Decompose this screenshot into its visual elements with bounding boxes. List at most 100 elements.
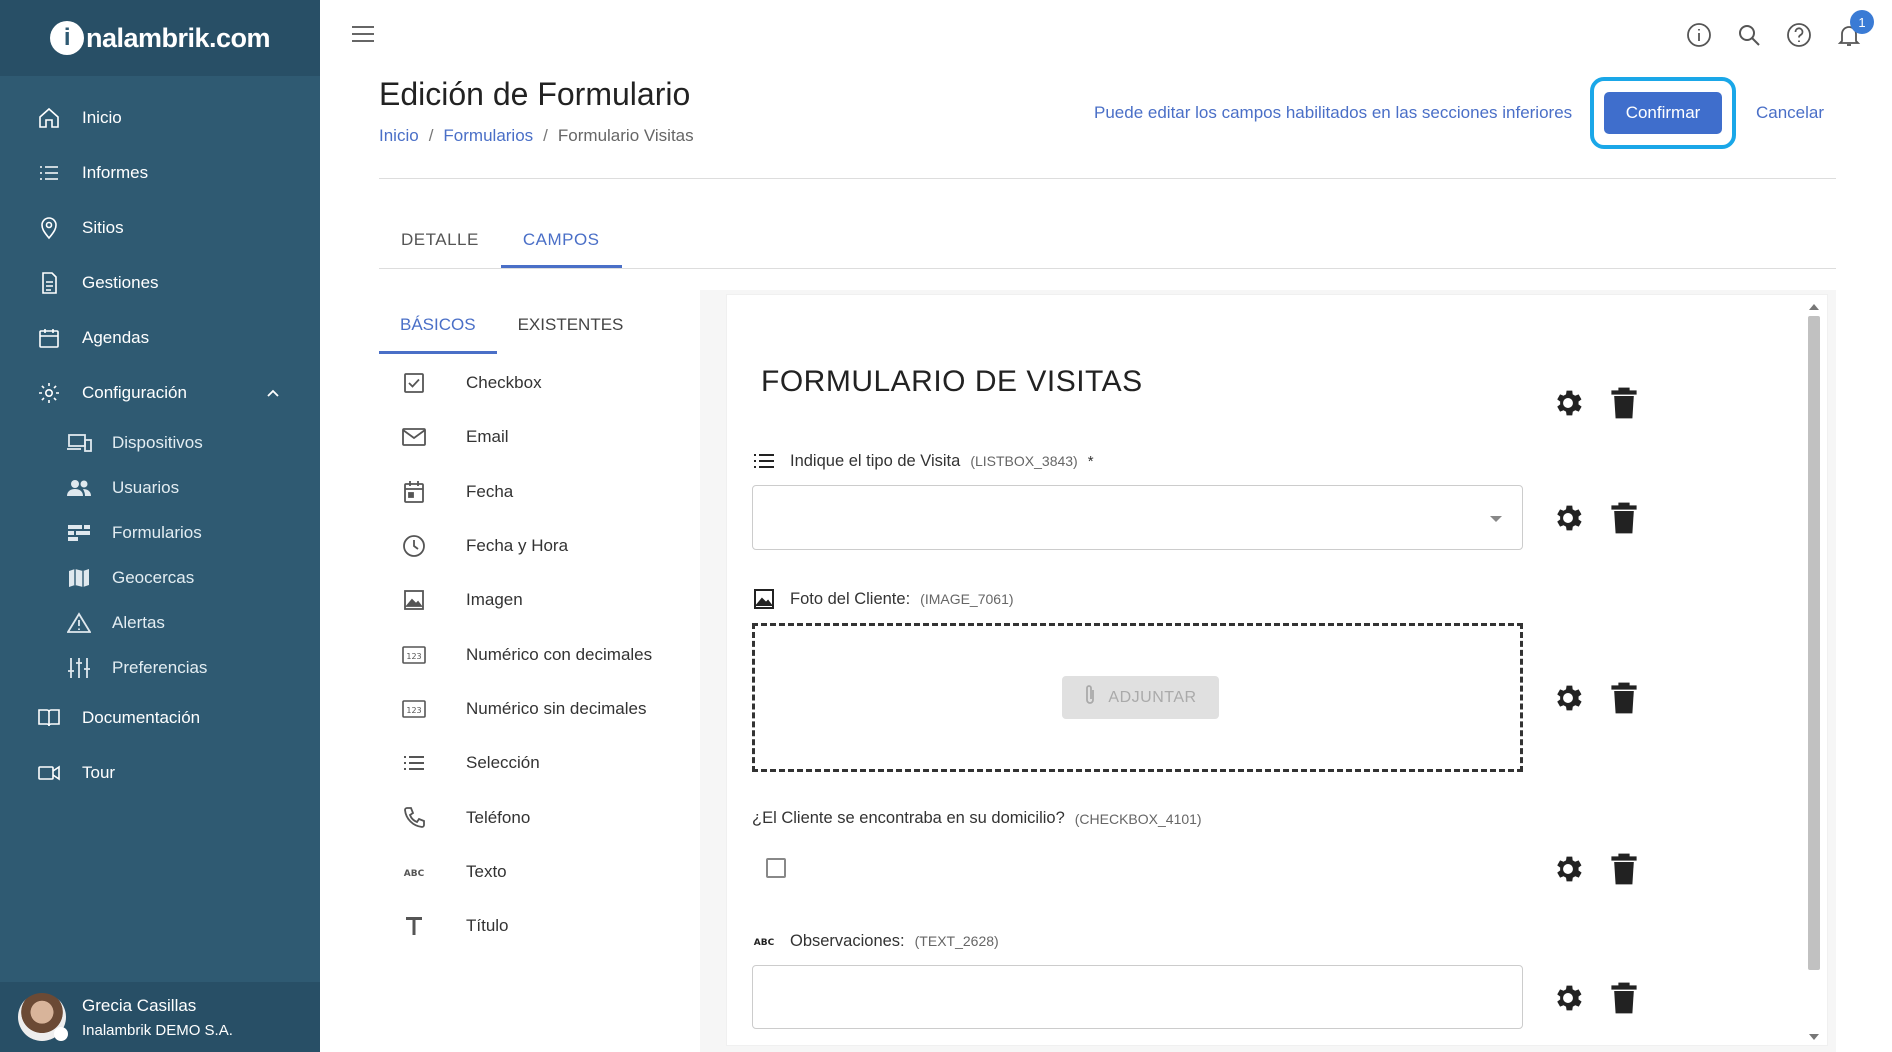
- numeric-icon: 123: [400, 641, 428, 669]
- logo[interactable]: i nalambrik.com: [49, 21, 271, 55]
- email-icon: [400, 423, 428, 451]
- sidebar-item-tour[interactable]: Tour: [0, 745, 320, 800]
- trash-icon[interactable]: [1607, 852, 1641, 886]
- field-type-label: Fecha: [466, 481, 514, 501]
- gear-icon[interactable]: [1551, 852, 1585, 886]
- field-type-email[interactable]: Email: [400, 410, 700, 464]
- page-title: Edición de Formulario: [379, 76, 691, 112]
- trash-icon[interactable]: [1607, 501, 1641, 535]
- user-profile[interactable]: Grecia Casillas Inalambrik DEMO S.A.: [0, 982, 320, 1052]
- main-tabs: DETALLE CAMPOS: [379, 216, 622, 268]
- cancel-button[interactable]: Cancelar: [1756, 103, 1824, 123]
- field-code: (LISTBOX_3843): [970, 453, 1078, 469]
- devices-icon: [66, 431, 92, 455]
- scroll-up-icon[interactable]: [1809, 304, 1819, 310]
- trash-icon[interactable]: [1607, 981, 1641, 1015]
- field-type-label: Fecha y Hora: [466, 536, 569, 556]
- field-type-seleccion[interactable]: Selección: [400, 736, 700, 790]
- sidebar-item-documentacion[interactable]: Documentación: [0, 690, 320, 745]
- confirm-button[interactable]: Confirmar: [1604, 92, 1722, 134]
- panel-scrollbar[interactable]: [1806, 300, 1822, 1042]
- domicilio-checkbox[interactable]: [766, 858, 786, 878]
- sidebar-item-label: Gestiones: [82, 272, 159, 292]
- field-label-text: Observaciones:: [790, 931, 905, 950]
- bell-icon[interactable]: 1: [1836, 10, 1874, 48]
- sidebar-item-informes[interactable]: Informes: [0, 145, 320, 200]
- tab-campos[interactable]: CAMPOS: [500, 216, 622, 268]
- sidebar-item-preferencias[interactable]: Preferencias: [0, 645, 320, 690]
- gear-icon[interactable]: [1551, 981, 1585, 1015]
- svg-text:123: 123: [406, 706, 421, 715]
- gear-icon[interactable]: [1551, 501, 1585, 535]
- home-icon: [36, 105, 62, 131]
- sidebar-item-formularios[interactable]: Formularios: [0, 510, 320, 555]
- top-icons: 1: [1686, 10, 1874, 48]
- gear-icon: [36, 380, 62, 406]
- trash-icon[interactable]: [1607, 681, 1641, 715]
- field-type-numerico-decimales[interactable]: 123 Numérico con decimales: [400, 627, 700, 681]
- trash-icon[interactable]: [1607, 386, 1641, 420]
- gear-icon[interactable]: [1551, 681, 1585, 715]
- required-marker: *: [1087, 452, 1094, 470]
- field-type-checkbox[interactable]: Checkbox: [400, 356, 700, 410]
- sidebar-item-label: Inicio: [82, 107, 122, 127]
- sidebar-item-inicio[interactable]: Inicio: [0, 90, 320, 145]
- header-divider: [379, 178, 1836, 179]
- book-icon: [36, 705, 62, 731]
- field-type-titulo[interactable]: Título: [400, 899, 700, 953]
- field-type-label: Imagen: [466, 590, 523, 610]
- field-type-imagen[interactable]: Imagen: [400, 573, 700, 627]
- sidebar-item-configuracion[interactable]: Configuración: [0, 365, 320, 420]
- clock-icon: [400, 532, 428, 560]
- sidebar-item-label: Documentación: [82, 707, 201, 727]
- field-type-fecha-hora[interactable]: Fecha y Hora: [400, 519, 700, 573]
- breadcrumb-formularios[interactable]: Formularios: [443, 126, 533, 145]
- field-label-text: ¿El Cliente se encontraba en su domicili…: [752, 809, 1065, 827]
- image-drop-zone[interactable]: ADJUNTAR: [752, 623, 1523, 772]
- sidebar-item-agendas[interactable]: Agendas: [0, 310, 320, 365]
- menu-toggle-icon[interactable]: [352, 26, 374, 44]
- sidebar-item-label: Dispositivos: [112, 432, 203, 452]
- forms-icon: [66, 521, 92, 545]
- sidebar-item-sitios[interactable]: Sitios: [0, 200, 320, 255]
- calendar-icon: [400, 478, 428, 506]
- sidebar-item-label: Preferencias: [112, 657, 208, 677]
- sidebar-item-label: Geocercas: [112, 567, 195, 587]
- user-name: Grecia Casillas: [82, 995, 197, 1015]
- scroll-thumb[interactable]: [1808, 316, 1820, 970]
- tab-basicos[interactable]: BÁSICOS: [379, 302, 497, 354]
- field-type-fecha[interactable]: Fecha: [400, 465, 700, 519]
- search-icon[interactable]: [1736, 22, 1762, 48]
- sliders-icon: [66, 656, 92, 680]
- sidebar-item-gestiones[interactable]: Gestiones: [0, 255, 320, 310]
- breadcrumb-current: Formulario Visitas: [557, 126, 694, 145]
- paperclip-icon: [1084, 684, 1096, 711]
- sub-tabs: BÁSICOS EXISTENTES: [379, 302, 644, 354]
- tab-existentes[interactable]: EXISTENTES: [497, 302, 645, 354]
- gear-icon[interactable]: [1551, 386, 1585, 420]
- svg-text:123: 123: [406, 652, 421, 661]
- list-icon: [36, 160, 62, 186]
- info-icon[interactable]: [1686, 22, 1712, 48]
- users-icon: [66, 476, 92, 500]
- attach-button[interactable]: ADJUNTAR: [1062, 676, 1219, 719]
- tipo-visita-select[interactable]: [752, 485, 1523, 550]
- edit-hint: Puede editar los campos habilitados en l…: [1094, 103, 1573, 122]
- field-type-telefono[interactable]: Teléfono: [400, 790, 700, 844]
- field-type-numerico-sin-decimales[interactable]: 123 Numérico sin decimales: [400, 682, 700, 736]
- sidebar-item-usuarios[interactable]: Usuarios: [0, 465, 320, 510]
- sidebar-nav: Inicio Informes Sitios Gestiones Agendas…: [0, 76, 320, 800]
- field-type-texto[interactable]: ABC Texto: [400, 845, 700, 899]
- scroll-down-icon[interactable]: [1809, 1034, 1819, 1040]
- sidebar-item-dispositivos[interactable]: Dispositivos: [0, 420, 320, 465]
- attach-label: ADJUNTAR: [1108, 688, 1197, 706]
- breadcrumb: Inicio / Formularios / Formulario Visitas: [379, 126, 694, 145]
- video-icon: [36, 760, 62, 786]
- sidebar-item-geocercas[interactable]: Geocercas: [0, 555, 320, 600]
- help-icon[interactable]: [1786, 22, 1812, 48]
- observaciones-input[interactable]: [752, 965, 1523, 1029]
- tab-detalle[interactable]: DETALLE: [379, 216, 501, 268]
- breadcrumb-inicio[interactable]: Inicio: [379, 126, 419, 145]
- sidebar-item-alertas[interactable]: Alertas: [0, 600, 320, 645]
- notification-badge: 1: [1850, 10, 1874, 34]
